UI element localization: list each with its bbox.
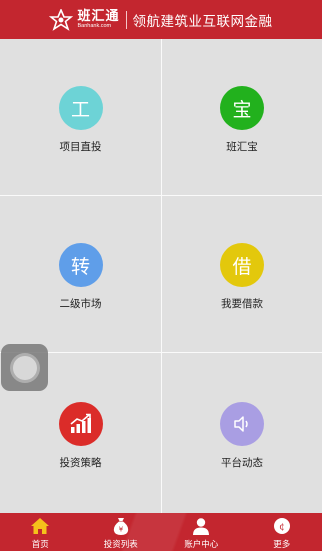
grid-item-banhuibao[interactable]: 宝 班汇宝: [162, 39, 322, 196]
speaker-icon: [220, 402, 264, 446]
tab-label: 更多: [273, 540, 291, 550]
tab-investment-list[interactable]: ¥ 投资列表: [81, 513, 162, 551]
tab-label: 账户中心: [184, 540, 219, 550]
project-invest-icon: 工: [58, 86, 103, 130]
feature-grid: 工 项目直投 宝 班汇宝 转 二级市场 借 我要借款 投资策略 平台动态: [0, 39, 322, 513]
grid-item-label: 二级市场: [59, 298, 102, 310]
home-icon: [30, 516, 50, 536]
grid-item-project-invest[interactable]: 工 项目直投: [0, 39, 162, 196]
chart-growth-icon: [58, 402, 103, 446]
treasure-icon: 宝: [220, 86, 264, 130]
tab-label: 投资列表: [103, 540, 138, 550]
user-icon: [191, 516, 211, 536]
logo-name-en: Banhank.com: [77, 22, 112, 29]
logo-mark-icon: [49, 8, 74, 31]
svg-text:¥: ¥: [119, 526, 124, 534]
grid-item-label: 项目直投: [59, 141, 102, 153]
floating-assistive-button[interactable]: [1, 344, 48, 391]
grid-item-borrow[interactable]: 借 我要借款: [162, 196, 322, 353]
grid-item-label: 班汇宝: [226, 141, 258, 153]
brand-logo: 班汇通 Banhank.com: [49, 8, 125, 31]
grid-item-platform-news[interactable]: 平台动态: [162, 353, 322, 513]
tab-more[interactable]: ¢ 更多: [242, 513, 322, 551]
grid-item-secondary-market[interactable]: 转 二级市场: [0, 196, 162, 353]
tab-label: 首页: [31, 540, 49, 550]
money-bag-icon: ¥: [111, 516, 131, 536]
bottom-tabbar: 首页 ¥ 投资列表 账户中心 ¢ 更多: [0, 513, 322, 551]
more-coin-icon: ¢: [272, 516, 292, 536]
logo-name-cn: 班汇通: [77, 8, 120, 24]
header-divider: [125, 10, 127, 29]
transfer-icon: 转: [58, 243, 103, 287]
header-slogan: 领航建筑业互联网金融: [132, 13, 273, 30]
tab-account-center[interactable]: 账户中心: [161, 513, 242, 551]
svg-text:¢: ¢: [279, 523, 285, 533]
grid-item-label: 我要借款: [221, 298, 263, 310]
grid-item-label: 投资策略: [59, 457, 102, 469]
tab-home[interactable]: 首页: [0, 513, 81, 551]
borrow-icon: 借: [220, 243, 264, 287]
assistive-touch-icon: [9, 352, 40, 383]
grid-item-label: 平台动态: [221, 457, 263, 469]
app-header: 班汇通 Banhank.com 领航建筑业互联网金融: [0, 0, 322, 39]
